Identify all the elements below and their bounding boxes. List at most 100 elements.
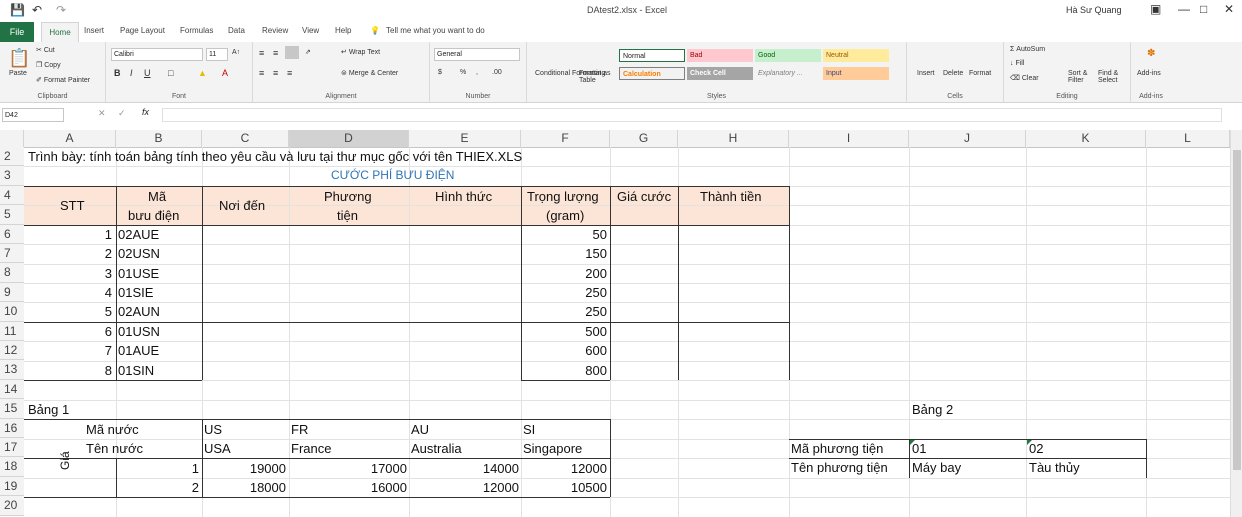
- column-header[interactable]: H: [678, 130, 789, 147]
- style-normal[interactable]: Normal: [619, 49, 685, 62]
- bang1-name[interactable]: Australia: [411, 439, 462, 458]
- tab-data[interactable]: Data: [228, 26, 245, 35]
- style-calculation[interactable]: Calculation: [619, 67, 685, 80]
- bang2-code[interactable]: 01: [912, 439, 926, 458]
- cell-trong-luong[interactable]: 250: [560, 283, 607, 302]
- row-header[interactable]: 10: [0, 302, 24, 322]
- insert-cells-button[interactable]: Insert: [917, 70, 935, 77]
- format-painter-button[interactable]: ✐ Format Painter: [36, 76, 90, 84]
- column-header[interactable]: F: [521, 130, 610, 147]
- close-icon[interactable]: ✕: [1224, 2, 1234, 16]
- format-cells-button[interactable]: Format: [969, 70, 991, 77]
- align-left-icon[interactable]: ≡: [259, 68, 264, 78]
- fx-icon[interactable]: fx: [142, 107, 149, 117]
- bang1-code[interactable]: FR: [291, 420, 308, 439]
- style-bad[interactable]: Bad: [687, 49, 753, 62]
- tell-me-box[interactable]: Tell me what you want to do: [386, 26, 485, 35]
- column-header[interactable]: A: [24, 130, 116, 147]
- bang1-price[interactable]: 16000: [350, 478, 407, 497]
- bang2-code[interactable]: 02: [1029, 439, 1043, 458]
- autosum-button[interactable]: Σ AutoSum: [1010, 46, 1045, 53]
- align-bottom-icon[interactable]: [285, 46, 299, 59]
- bang1-price[interactable]: 14000: [462, 459, 519, 478]
- bang1-price[interactable]: 12000: [462, 478, 519, 497]
- vertical-scrollbar[interactable]: [1230, 130, 1242, 517]
- column-header[interactable]: I: [789, 130, 909, 147]
- row-header[interactable]: 4: [0, 185, 24, 206]
- cell-ma[interactable]: 02USN: [118, 244, 160, 263]
- cell-stt[interactable]: 2: [90, 244, 112, 263]
- delete-cells-button[interactable]: Delete: [943, 70, 963, 77]
- bang1-ma-nuoc-label[interactable]: Mã nước: [86, 420, 139, 439]
- cell-ma[interactable]: 02AUE: [118, 225, 159, 244]
- style-neutral[interactable]: Neutral: [823, 49, 889, 62]
- tab-formulas[interactable]: Formulas: [180, 26, 213, 35]
- cell-trong-luong[interactable]: 600: [560, 341, 607, 360]
- bang2-name[interactable]: Tàu thủy: [1029, 458, 1080, 477]
- hdr-hinh-thuc[interactable]: Hình thức: [435, 187, 492, 206]
- select-all[interactable]: [0, 130, 24, 147]
- cell-trong-luong[interactable]: 800: [560, 361, 607, 380]
- undo-icon[interactable]: ↶: [32, 3, 42, 17]
- row-header[interactable]: 3: [0, 166, 24, 186]
- hdr-phuong-tien-1[interactable]: Phương: [324, 187, 372, 206]
- border-icon[interactable]: □: [168, 68, 173, 78]
- paste-button[interactable]: Paste: [9, 70, 27, 77]
- column-header[interactable]: D: [289, 130, 409, 147]
- column-header[interactable]: K: [1026, 130, 1146, 147]
- comma-icon[interactable]: ,: [476, 69, 478, 76]
- column-header[interactable]: L: [1146, 130, 1230, 147]
- cell-trong-luong[interactable]: 200: [560, 264, 607, 283]
- row-header[interactable]: 20: [0, 496, 24, 516]
- row-header[interactable]: 8: [0, 263, 24, 283]
- cell-trong-luong[interactable]: 500: [560, 322, 607, 341]
- tab-review[interactable]: Review: [262, 26, 288, 35]
- style-check-cell[interactable]: Check Cell: [687, 67, 753, 80]
- cell-trong-luong[interactable]: 250: [560, 302, 607, 321]
- hdr-phuong-tien-2[interactable]: tiện: [337, 206, 358, 225]
- bang1-price-key[interactable]: 1: [170, 459, 199, 478]
- decimal-icon[interactable]: .00: [492, 69, 502, 76]
- user-name[interactable]: Hà Sư Quang: [1066, 5, 1122, 15]
- font-size-select[interactable]: 11: [206, 48, 228, 61]
- style-explanatory[interactable]: Explanatory ...: [755, 67, 821, 80]
- bang1-price[interactable]: 19000: [230, 459, 286, 478]
- fill-button[interactable]: ↓ Fill: [1010, 60, 1024, 67]
- row-header[interactable]: 17: [0, 438, 24, 458]
- style-input[interactable]: Input: [823, 67, 889, 80]
- fill-color-icon[interactable]: ▲: [198, 68, 207, 78]
- row-header[interactable]: 16: [0, 418, 24, 438]
- bang2-ma-pt-label[interactable]: Mã phương tiện: [791, 439, 883, 458]
- align-center-icon[interactable]: ≡: [273, 68, 278, 78]
- bang2-ten-pt-label[interactable]: Tên phương tiện: [791, 458, 888, 477]
- bang2-title[interactable]: Bảng 2: [912, 400, 953, 419]
- bang1-name[interactable]: France: [291, 439, 331, 458]
- cell-ma[interactable]: 01USE: [118, 264, 159, 283]
- row-header[interactable]: 15: [0, 399, 24, 419]
- copy-button[interactable]: ❐ Copy: [36, 61, 61, 69]
- formula-input[interactable]: [162, 108, 1222, 122]
- bang1-name[interactable]: Singapore: [523, 439, 582, 458]
- bang1-price-key[interactable]: 2: [170, 478, 199, 497]
- align-middle-icon[interactable]: ≡: [273, 48, 278, 58]
- row-header[interactable]: 6: [0, 224, 24, 244]
- row-header[interactable]: 5: [0, 205, 24, 225]
- row-header[interactable]: 7: [0, 244, 24, 264]
- hdr-thanh-tien[interactable]: Thành tiền: [700, 187, 761, 206]
- cell-sheet-title[interactable]: CƯỚC PHÍ BƯU ĐIỆN: [331, 166, 454, 185]
- enter-icon[interactable]: ✓: [118, 108, 126, 119]
- cell-stt[interactable]: 5: [90, 302, 112, 321]
- cell-ma[interactable]: 01SIE: [118, 283, 153, 302]
- underline-icon[interactable]: U: [144, 68, 151, 78]
- hdr-ma-2[interactable]: bưu điện: [128, 206, 179, 225]
- row-header[interactable]: 13: [0, 360, 24, 380]
- cell-a2[interactable]: Trình bày: tính toán bảng tính theo yêu …: [28, 147, 522, 166]
- column-header[interactable]: C: [202, 130, 289, 147]
- tab-help[interactable]: Help: [335, 26, 351, 35]
- bang1-price[interactable]: 17000: [350, 459, 407, 478]
- bang1-gia-label[interactable]: Giá: [56, 451, 75, 470]
- font-name-select[interactable]: Calibri: [111, 48, 203, 61]
- align-top-icon[interactable]: ≡: [259, 48, 264, 58]
- column-header[interactable]: E: [409, 130, 521, 147]
- clear-button[interactable]: ⌫ Clear: [1010, 74, 1039, 82]
